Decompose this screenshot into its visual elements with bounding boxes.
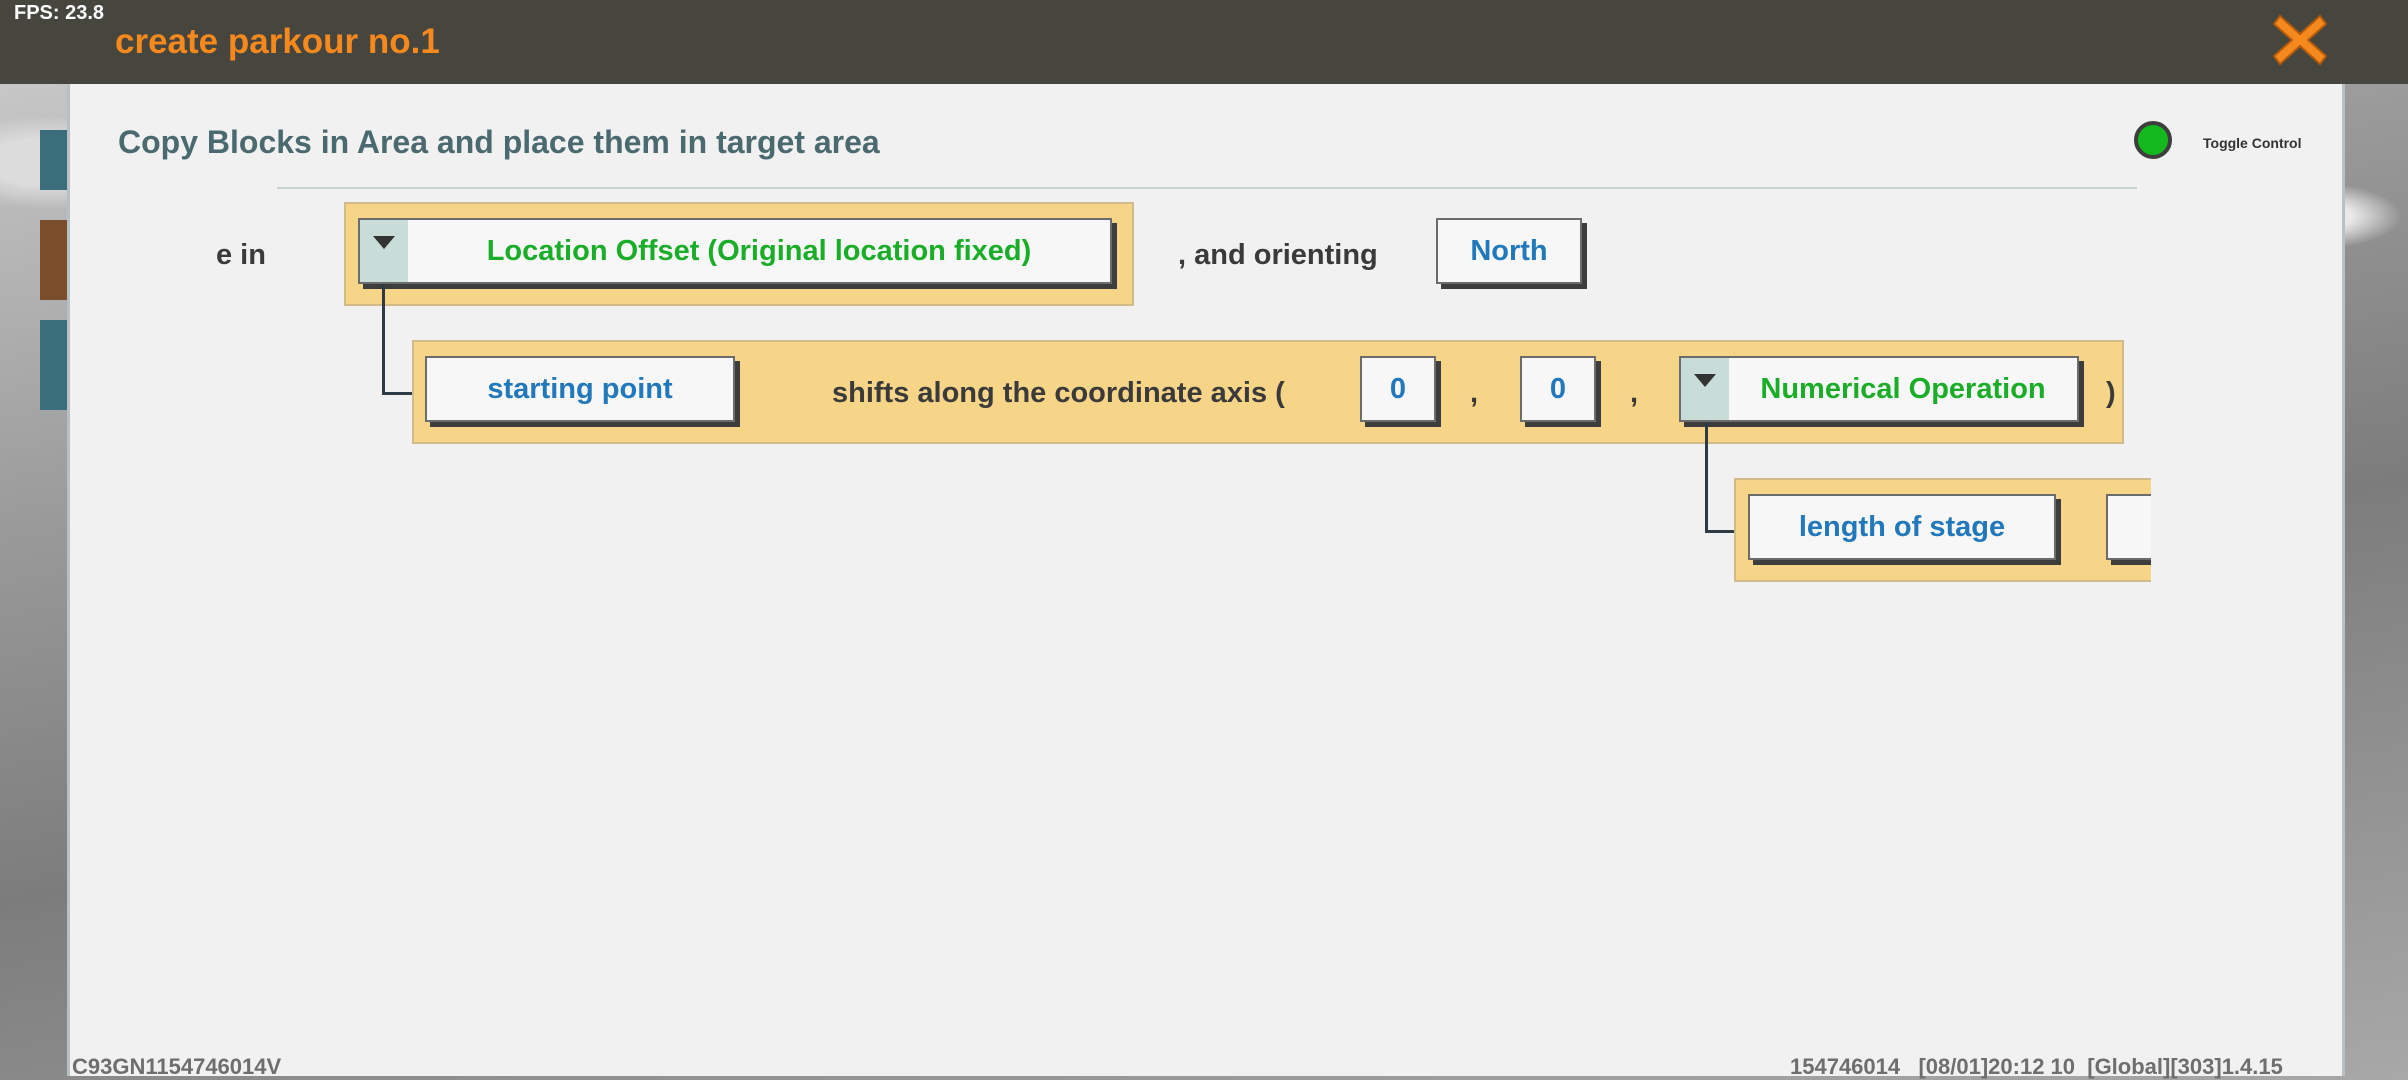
- shift-text: shifts along the coordinate axis (: [832, 377, 1285, 409]
- numerical-operation-label: Numerical Operation: [1760, 372, 2046, 405]
- dropdown-arrow-icon[interactable]: [360, 220, 408, 282]
- comma-text: ,: [1630, 377, 1639, 409]
- length-of-stage-button[interactable]: length of stage: [1748, 494, 2056, 560]
- starting-point-button[interactable]: starting point: [425, 356, 735, 422]
- connector-line: [382, 284, 385, 394]
- side-decoration: [40, 130, 70, 190]
- block-workspace[interactable]: e in Location Offset (Original location …: [70, 84, 2151, 1076]
- location-offset-dropdown[interactable]: Location Offset (Original location fixed…: [358, 218, 1112, 284]
- side-decoration: [40, 220, 70, 300]
- build-info: 154746014 [08/01]20:12 10 [Global][303]1…: [1790, 1054, 2283, 1079]
- device-id: C93GN1154746014V: [72, 1054, 282, 1079]
- connector-line: [382, 392, 412, 395]
- side-decoration: [40, 320, 70, 410]
- toggle-control-label[interactable]: Toggle Control: [2203, 135, 2302, 151]
- close-paren-text: ): [2106, 377, 2116, 409]
- connector-line: [1705, 422, 1708, 532]
- editor-panel: Copy Blocks in Area and place them in ta…: [67, 84, 2345, 1076]
- dropdown-arrow-icon[interactable]: [1681, 358, 1729, 420]
- location-offset-label: Location Offset (Original location fixed…: [486, 234, 1032, 267]
- window-title: create parkour no.1: [115, 22, 440, 61]
- row1-prefix-text: e in: [216, 239, 266, 271]
- comma-text: ,: [1470, 377, 1479, 409]
- fps-counter: FPS: 23.8: [14, 2, 105, 24]
- orienting-text: , and orienting: [1178, 239, 1378, 271]
- numerical-operation-dropdown[interactable]: Numerical Operation: [1679, 356, 2079, 422]
- title-bar: create parkour no.1: [0, 0, 2408, 84]
- x-value-field[interactable]: 0: [1360, 356, 1436, 422]
- y-value-field[interactable]: 0: [1520, 356, 1596, 422]
- orientation-button[interactable]: North: [1436, 218, 1582, 284]
- truncated-value-field[interactable]: [2106, 494, 2151, 560]
- connector-line: [1705, 530, 1735, 533]
- close-x-icon[interactable]: [2270, 10, 2330, 70]
